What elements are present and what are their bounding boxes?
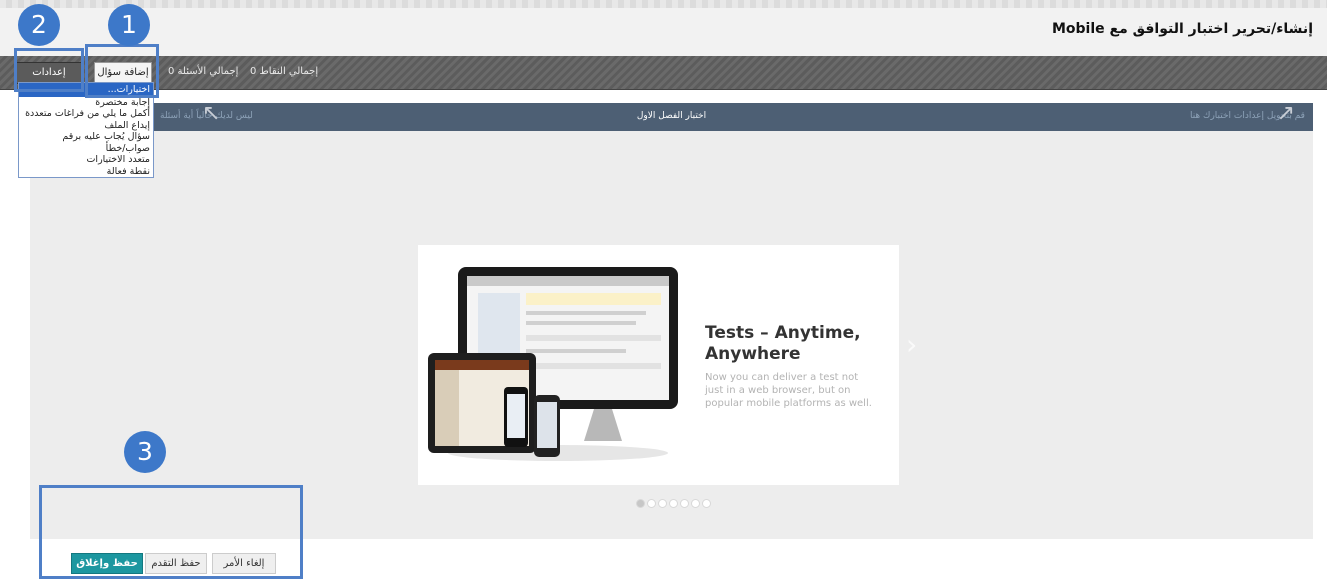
page-title: إنشاء/تحرير اختبار التوافق مع Mobile [1051, 21, 1313, 37]
promo-title: Tests – Anytime, Anywhere [705, 323, 861, 364]
devices-illustration [428, 267, 678, 461]
promo-carousel: Tests – Anytime, Anywhere Now you can de… [418, 245, 899, 485]
test-title-bar: اختبار الفصل الاول قم بتحويل إعدادات اخت… [30, 103, 1313, 131]
carousel-dot[interactable] [691, 499, 700, 508]
highlight-box-footer [39, 485, 303, 579]
menu-item-true-false[interactable]: صواب/خطأ [19, 143, 153, 155]
callout-badge: 2 [18, 4, 60, 46]
top-decorative-strip [0, 0, 1327, 8]
menu-item-numeric[interactable]: سؤال يُجاب عليه برقم [19, 131, 153, 143]
carousel-dot[interactable] [647, 499, 656, 508]
content-area: اختبار الفصل الاول قم بتحويل إعدادات اخت… [30, 103, 1313, 539]
menu-item-file-upload[interactable]: إيداع الملف [19, 120, 153, 132]
carousel-dot[interactable] [658, 499, 667, 508]
menu-item-short-answer[interactable]: إجابة مختصرة [19, 97, 153, 109]
total-points: إجمالي النقاط 0 [250, 66, 319, 77]
menu-item-fill-blanks[interactable]: أكمل ما يلي من فراغات متعددة [19, 108, 153, 120]
carousel-dot[interactable] [669, 499, 678, 508]
carousel-dot[interactable] [702, 499, 711, 508]
arrow-up-icon: ↖ [202, 101, 221, 126]
highlight-box-settings [14, 48, 84, 92]
menu-item-multiple-choice[interactable]: متعدد الاختيارات [19, 154, 153, 166]
menu-item-hotspot[interactable]: نقطة فعالة [19, 166, 153, 178]
callout-badge: 1 [108, 4, 150, 46]
carousel-dot[interactable] [636, 499, 645, 508]
chevron-right-icon[interactable]: › [906, 328, 917, 361]
toolbar: إعدادات الإختبار إضافة سؤال إجمالي الأسئ… [0, 56, 1327, 98]
total-questions: إجمالي الأسئلة 0 [168, 66, 239, 77]
carousel-dots [636, 499, 711, 508]
promo-description: Now you can deliver a test not just in a… [705, 372, 872, 409]
carousel-dot[interactable] [680, 499, 689, 508]
page-header: إنشاء/تحرير اختبار التوافق مع Mobile [0, 8, 1327, 57]
highlight-box-add-question [85, 44, 159, 98]
callout-badge: 3 [124, 431, 166, 473]
arrow-up-icon: ↗ [1276, 101, 1295, 126]
